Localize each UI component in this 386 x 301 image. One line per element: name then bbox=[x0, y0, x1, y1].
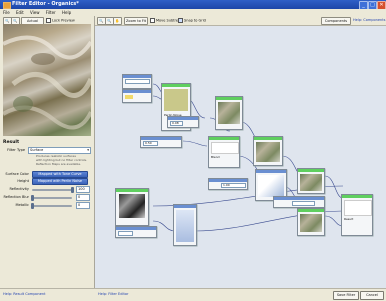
node-thumbnail bbox=[176, 210, 194, 242]
height-button[interactable]: Mapped with Perlin Noise bbox=[32, 178, 88, 185]
node-gradient[interactable] bbox=[173, 204, 197, 246]
app-icon bbox=[3, 2, 11, 9]
node-thumbnail bbox=[300, 174, 322, 191]
result-section-title: Result bbox=[3, 140, 20, 145]
node-value-4[interactable] bbox=[115, 226, 157, 238]
chevron-down-icon: ▾ bbox=[87, 148, 89, 152]
connection-wires bbox=[152, 83, 344, 232]
cancel-button[interactable]: Cancel bbox=[360, 291, 384, 300]
reflection-blur-label: Reflection Blur bbox=[3, 195, 29, 199]
reflection-blur-slider[interactable] bbox=[30, 195, 72, 201]
node-value-2[interactable]: 0.50 bbox=[140, 136, 182, 148]
metallic-slider[interactable] bbox=[30, 203, 72, 209]
node-small-input[interactable] bbox=[122, 74, 152, 89]
preview-image[interactable] bbox=[3, 24, 91, 136]
node-thumbnail bbox=[211, 142, 239, 154]
move-subtree-checkbox[interactable]: Move Subtree bbox=[150, 18, 180, 23]
save-filter-button[interactable]: Save Filter bbox=[333, 291, 359, 300]
metallic-value[interactable]: 0 bbox=[76, 202, 90, 209]
node-value-field[interactable] bbox=[118, 231, 133, 236]
node-value-3[interactable]: 1.00 bbox=[208, 178, 248, 190]
lock-preview-checkbox[interactable]: Lock Preview bbox=[46, 18, 75, 23]
node-perlin-noise-6[interactable] bbox=[297, 208, 325, 236]
node-thumbnail bbox=[344, 200, 372, 216]
canvas-toolbar: 🔍 🔍 ✋ Zoom to Fit Move Subtree Snap to G… bbox=[95, 16, 386, 26]
node-result[interactable]: Result bbox=[341, 194, 373, 236]
node-color-swatch[interactable] bbox=[122, 89, 152, 103]
node-value-field[interactable]: 0.08 bbox=[170, 121, 183, 126]
node-thumbnail bbox=[218, 102, 240, 124]
filter-type-description: Produces realistic surfaces with lightin… bbox=[36, 154, 88, 166]
reflection-blur-value[interactable]: 0 bbox=[76, 194, 90, 201]
components-button[interactable]: Components bbox=[321, 17, 351, 25]
help-result-link[interactable]: Help: Result Component bbox=[3, 292, 46, 296]
menu-view[interactable]: View bbox=[30, 9, 40, 16]
node-thumbnail bbox=[300, 214, 322, 232]
menu-help[interactable]: Help bbox=[62, 9, 71, 16]
node-thumbnail bbox=[119, 194, 145, 218]
help-filter-link[interactable]: Help: Filter Editor bbox=[98, 292, 128, 296]
reflectivity-label: Reflectivity bbox=[9, 187, 29, 191]
menu-edit[interactable]: Edit bbox=[16, 9, 24, 16]
node-value-field[interactable]: 1.00 bbox=[221, 183, 246, 188]
help-components-link[interactable]: Help: Components bbox=[353, 18, 385, 22]
status-bar: Help: Result Component Help: Filter Edit… bbox=[0, 288, 386, 301]
title-bar: Filter Editor - Organics* _ □ ✕ bbox=[0, 0, 386, 10]
node-label: Result bbox=[344, 217, 354, 221]
node-thumbnail bbox=[258, 175, 284, 197]
node-value-field[interactable]: 0.50 bbox=[143, 141, 158, 146]
reflectivity-slider[interactable] bbox=[32, 187, 74, 193]
node-graph-canvas[interactable]: Perlin Noise 0.08 Blend 0.50 1.00 Result bbox=[95, 26, 386, 288]
filter-type-select[interactable]: Surface ▾ bbox=[28, 147, 91, 154]
snap-to-grid-checkbox[interactable]: Snap to Grid bbox=[178, 18, 206, 23]
node-value-1[interactable]: 0.08 bbox=[167, 116, 199, 128]
node-field[interactable] bbox=[125, 79, 150, 84]
node-perlin-noise-3[interactable] bbox=[253, 136, 283, 166]
node-thumbnail bbox=[256, 142, 280, 162]
node-perlin-noise-2[interactable] bbox=[215, 96, 243, 130]
metallic-thumb[interactable] bbox=[30, 203, 34, 209]
node-value-field[interactable] bbox=[292, 201, 315, 206]
menu-filter[interactable]: Filter bbox=[46, 9, 56, 16]
reflection-blur-thumb[interactable] bbox=[30, 195, 34, 201]
height-label: Height bbox=[17, 179, 29, 183]
surface-color-label: Surface Color bbox=[5, 172, 29, 176]
node-perlin-noise-4[interactable] bbox=[115, 188, 149, 226]
window-title: Filter Editor - Organics* bbox=[12, 1, 79, 7]
menu-file[interactable]: File bbox=[3, 9, 10, 16]
node-value-5[interactable] bbox=[273, 196, 325, 208]
color-swatch[interactable] bbox=[125, 95, 133, 99]
zoom-to-fit-button[interactable]: Zoom to Fit bbox=[124, 17, 148, 25]
reflectivity-thumb[interactable] bbox=[70, 187, 74, 193]
node-blend[interactable]: Blend bbox=[208, 136, 240, 168]
hand-tool-icon[interactable]: ✋ bbox=[113, 17, 122, 25]
node-perlin-noise-5[interactable] bbox=[297, 168, 325, 194]
metallic-label: Metallic bbox=[15, 203, 29, 207]
filter-type-label: Filter Type bbox=[7, 148, 25, 152]
surface-color-button[interactable]: Mapped with Tone Curve bbox=[32, 171, 88, 178]
node-label: Blend bbox=[211, 155, 220, 159]
node-thumbnail bbox=[164, 89, 188, 111]
reflectivity-value[interactable]: 100 bbox=[76, 186, 90, 193]
